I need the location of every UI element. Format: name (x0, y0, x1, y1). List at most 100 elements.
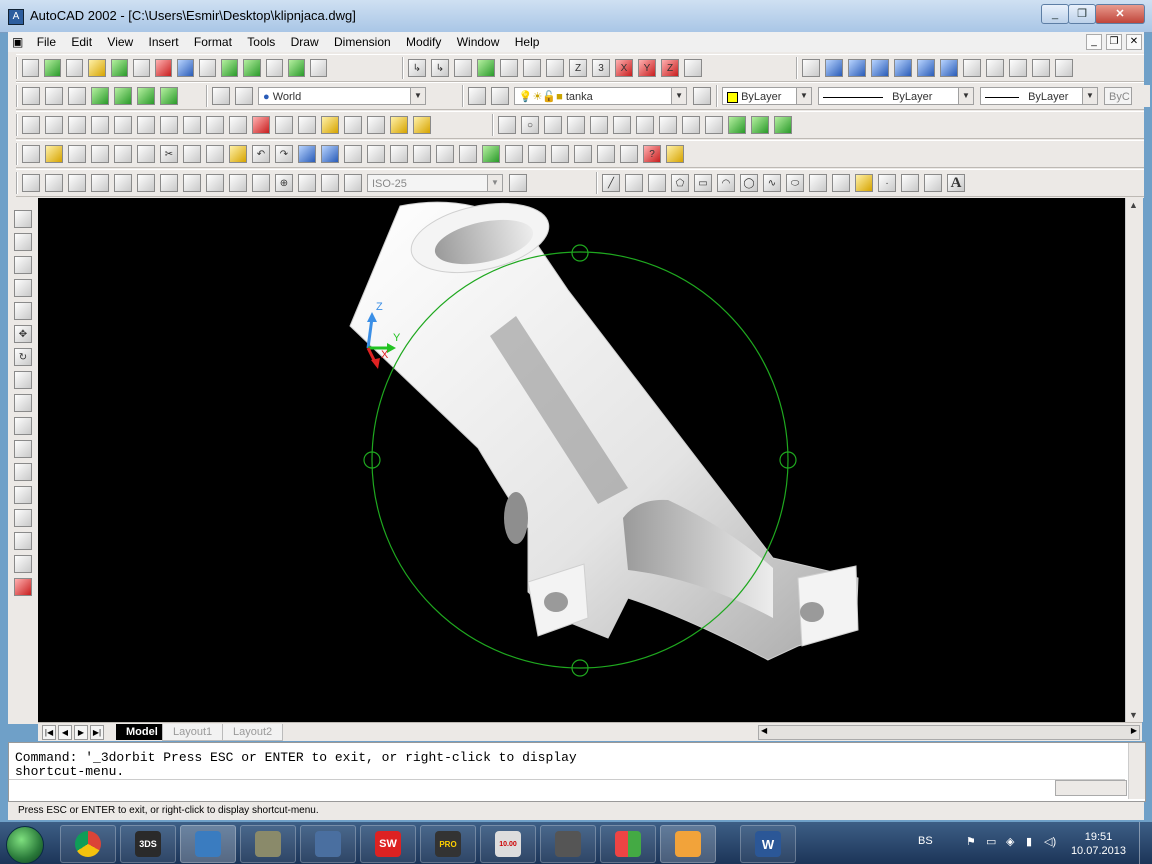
subtract-icon[interactable] (45, 116, 63, 134)
dbconnect-icon[interactable] (666, 145, 684, 163)
left-view-icon[interactable] (871, 59, 889, 77)
connecting-rod-model[interactable] (349, 198, 859, 661)
shell-icon[interactable] (390, 116, 408, 134)
dimension-edit-icon[interactable] (298, 174, 316, 192)
right-view-icon[interactable] (894, 59, 912, 77)
color-edges-icon[interactable] (298, 116, 316, 134)
autocad-app-icon[interactable]: A (8, 9, 24, 25)
taskbar-dimension-tool[interactable]: 10.00 (480, 825, 536, 863)
statistics-icon[interactable] (309, 59, 327, 77)
ucs-y-icon[interactable]: Y (638, 59, 656, 77)
paste-icon[interactable] (206, 145, 224, 163)
break-icon[interactable] (14, 486, 32, 504)
aligned-dimension-icon[interactable] (45, 174, 63, 192)
taskbar-app9[interactable] (540, 825, 596, 863)
new-landscape-icon[interactable] (221, 59, 239, 77)
named-views-flyout-icon[interactable] (459, 145, 477, 163)
erase-icon[interactable] (14, 210, 32, 228)
prev-tab-icon[interactable]: ◀ (58, 725, 72, 740)
ne-iso-icon[interactable] (1009, 59, 1027, 77)
quick-dimension-icon[interactable] (160, 174, 178, 192)
offset-faces-icon[interactable] (137, 116, 155, 134)
check-icon[interactable] (413, 116, 431, 134)
taper-faces-icon[interactable] (206, 116, 224, 134)
linear-dimension-icon[interactable] (22, 174, 40, 192)
menu-help[interactable]: Help (509, 32, 546, 52)
dimstyle-combo[interactable]: ISO-25 ▼ (367, 174, 503, 192)
move-ucs-origin-icon[interactable] (235, 87, 253, 105)
taskbar-solidworks[interactable]: SW (360, 825, 416, 863)
move-icon[interactable]: ✥ (14, 325, 32, 343)
layer-properties-icon[interactable] (468, 87, 486, 105)
display-ucs-dialog-icon[interactable] (212, 87, 230, 105)
section-icon[interactable] (705, 116, 723, 134)
tab-layout2[interactable]: Layout2 (222, 724, 284, 741)
center-mark-icon[interactable]: ⊕ (275, 174, 293, 192)
torus-icon[interactable] (613, 116, 631, 134)
menu-draw[interactable]: Draw (285, 32, 325, 52)
scenes-icon[interactable] (66, 59, 84, 77)
delete-faces-icon[interactable] (160, 116, 178, 134)
clean-icon[interactable] (344, 116, 362, 134)
plot-preview-icon[interactable] (114, 145, 132, 163)
command-vscroll[interactable] (1128, 743, 1145, 799)
background-icon[interactable] (176, 59, 195, 77)
language-indicator[interactable]: BS (918, 835, 933, 847)
ucs-zaxis-icon[interactable]: Z (569, 59, 587, 77)
2d-wireframe-icon[interactable] (22, 87, 40, 105)
command-window[interactable]: Command: '_3dorbit Press ESC or ENTER to… (8, 742, 1146, 802)
ellipse-arc-icon[interactable] (809, 174, 827, 192)
new-icon[interactable] (22, 145, 40, 163)
hatch-icon[interactable] (901, 174, 919, 192)
spline-icon[interactable]: ∿ (763, 174, 781, 192)
box-icon[interactable] (498, 116, 516, 134)
scroll-left-icon[interactable]: ◀ (761, 726, 767, 735)
menu-file[interactable]: File (31, 32, 62, 52)
rotate-icon[interactable]: ↻ (14, 348, 32, 366)
lights-icon[interactable] (88, 59, 106, 77)
color-combo[interactable]: ByLayer ▼ (722, 87, 812, 105)
setup-view-icon[interactable] (774, 116, 792, 134)
taskbar-word[interactable]: W (740, 825, 796, 863)
materials-icon[interactable] (110, 59, 128, 77)
ucs-flyout-icon[interactable] (436, 145, 454, 163)
mapping-icon[interactable] (154, 59, 172, 77)
meet-now-icon[interactable] (321, 145, 339, 163)
slice-icon[interactable] (682, 116, 700, 134)
array-icon[interactable] (14, 302, 32, 320)
interference-icon[interactable] (728, 116, 746, 134)
angular-dimension-icon[interactable] (137, 174, 155, 192)
first-tab-icon[interactable]: |◀ (42, 725, 56, 740)
arcball-top-handle[interactable] (571, 244, 589, 262)
flat-shaded-icon[interactable] (91, 87, 109, 105)
taskbar-3dsmax[interactable]: 3DS (120, 825, 176, 863)
pan-realtime-icon[interactable] (505, 145, 523, 163)
make-object-layer-current-icon[interactable] (490, 87, 509, 105)
apply-ucs-icon[interactable] (684, 59, 702, 77)
dimension-style-icon[interactable] (509, 174, 527, 192)
menu-tools[interactable]: Tools (241, 32, 281, 52)
landscape-library-icon[interactable] (265, 59, 283, 77)
front-view-icon[interactable] (917, 59, 935, 77)
lineweight-combo[interactable]: ByLayer ▼ (980, 87, 1098, 105)
maximize-button[interactable]: ❐ (1068, 4, 1096, 24)
union-icon[interactable] (22, 116, 40, 134)
menu-edit[interactable]: Edit (65, 32, 98, 52)
ucs-icon[interactable]: ↳ (408, 59, 426, 77)
se-iso-icon[interactable] (986, 59, 1004, 77)
tolerance-icon[interactable] (252, 174, 270, 192)
copy-edges-icon[interactable] (275, 116, 293, 134)
design-center-icon[interactable] (620, 145, 638, 163)
document-icon[interactable]: ▣ (8, 32, 27, 52)
insert-block-icon[interactable] (832, 174, 850, 192)
color-faces-icon[interactable] (252, 116, 270, 134)
explode-icon[interactable] (14, 578, 32, 596)
separate-icon[interactable] (367, 116, 385, 134)
menu-modify[interactable]: Modify (400, 32, 447, 52)
3d-wireframe-icon[interactable] (45, 87, 63, 105)
region-icon[interactable] (924, 174, 942, 192)
ucs-z-icon[interactable]: Z (661, 59, 679, 77)
open-hyperlink-icon[interactable] (367, 145, 385, 163)
polyline-icon[interactable] (648, 174, 666, 192)
extend-icon[interactable] (14, 463, 32, 481)
